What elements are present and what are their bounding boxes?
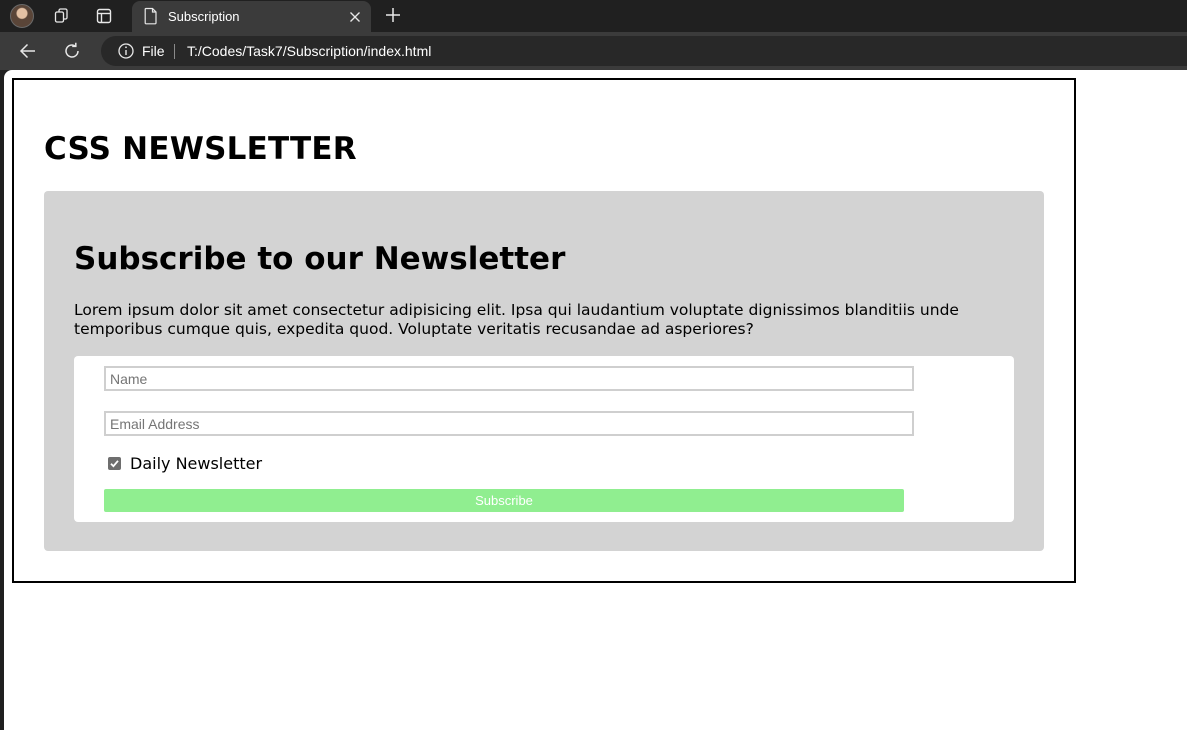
tab-actions-icon[interactable]	[93, 5, 115, 27]
close-icon[interactable]	[348, 9, 362, 23]
name-input[interactable]	[104, 366, 914, 391]
daily-newsletter-checkbox[interactable]	[108, 456, 121, 470]
tab-title: Subscription	[168, 9, 240, 24]
checkmark-icon	[110, 459, 119, 468]
url-scheme-label: File	[142, 43, 165, 59]
newsletter-card: Subscribe to our Newsletter Lorem ipsum …	[44, 191, 1044, 551]
url-text[interactable]: T:/Codes/Task7/Subscription/index.html	[187, 43, 431, 59]
subscribe-form: Daily Newsletter Subscribe	[74, 356, 1014, 522]
page-title: CSS NEWSLETTER	[44, 131, 357, 167]
info-icon[interactable]	[115, 40, 137, 62]
page-icon	[140, 5, 162, 27]
subscribe-button[interactable]: Subscribe	[104, 489, 904, 512]
active-tab[interactable]: Subscription	[132, 1, 371, 32]
page-container: CSS NEWSLETTER Subscribe to our Newslett…	[12, 78, 1076, 583]
browser-tab-bar: Subscription	[0, 0, 1187, 32]
reload-icon[interactable]	[61, 40, 83, 62]
daily-newsletter-option[interactable]: Daily Newsletter	[108, 453, 263, 473]
newsletter-description: Lorem ipsum dolor sit amet consectetur a…	[74, 301, 959, 338]
page-viewport: CSS NEWSLETTER Subscribe to our Newslett…	[4, 70, 1187, 730]
browser-address-bar: File T:/Codes/Task7/Subscription/index.h…	[0, 32, 1187, 70]
plus-icon[interactable]	[383, 5, 403, 25]
email-input[interactable]	[104, 411, 914, 436]
workspaces-icon[interactable]	[51, 5, 73, 27]
url-separator	[174, 44, 175, 59]
url-box[interactable]: File T:/Codes/Task7/Subscription/index.h…	[101, 36, 1187, 66]
daily-newsletter-label: Daily Newsletter	[130, 453, 263, 473]
back-arrow-icon[interactable]	[17, 40, 39, 62]
profile-avatar[interactable]	[10, 4, 34, 28]
newsletter-heading: Subscribe to our Newsletter	[74, 241, 566, 277]
